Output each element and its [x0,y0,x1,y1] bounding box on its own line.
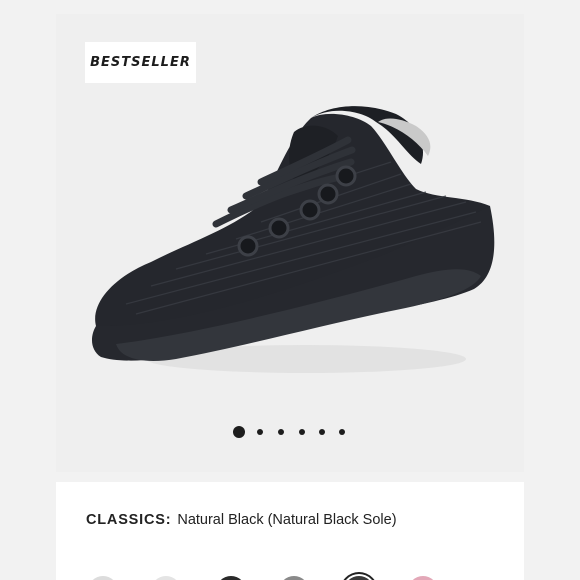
pink-swatch[interactable] [408,576,438,580]
product-info: CLASSICS: Natural Black (Natural Black So… [56,482,524,580]
carousel-dot-3[interactable] [278,429,284,435]
black-swatch[interactable] [216,576,246,580]
collection-label: CLASSICS: [86,512,172,528]
product-image-gallery[interactable]: BESTSELLER [56,14,524,472]
carousel-dot-5[interactable] [319,429,325,435]
carousel-dot-4[interactable] [299,429,305,435]
section-divider [56,472,524,482]
screen: BESTSELLER CLASSICS: Natural Black (Natur… [0,0,580,580]
carousel-dot-1[interactable] [233,426,245,438]
bestseller-badge-text: BESTSELLER [90,55,191,70]
product-title: CLASSICS: Natural Black (Natural Black So… [86,512,397,528]
white-swatch[interactable] [151,576,181,580]
bestseller-badge: BESTSELLER [85,42,196,83]
product-card: BESTSELLER CLASSICS: Natural Black (Natur… [56,14,524,580]
light-grey-swatch[interactable] [88,576,118,580]
dark-selected-swatch[interactable] [344,576,374,580]
colorway-name: Natural Black (Natural Black Sole) [177,512,397,528]
carousel-dot-2[interactable] [257,429,263,435]
carousel-dot-6[interactable] [339,429,345,435]
grey-swatch[interactable] [279,576,309,580]
